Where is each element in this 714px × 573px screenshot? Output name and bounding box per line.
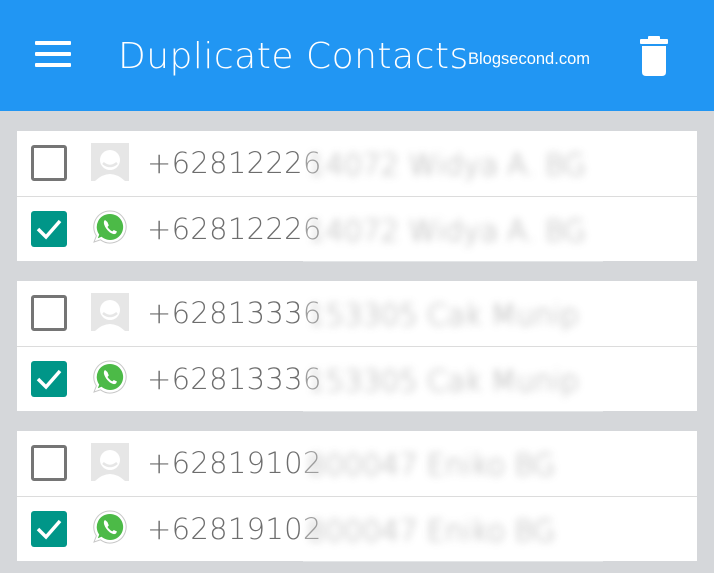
blurred-region	[303, 131, 603, 196]
app-bar: Duplicate Contacts Blogsecond.com	[0, 0, 714, 111]
duplicate-group: +62819102 800047 Eniko BG +62819102 8000…	[17, 431, 697, 562]
blurred-region	[303, 347, 603, 412]
row-checkbox[interactable]	[31, 295, 67, 331]
contact-row: +62813336 153305 Cak Munip	[17, 281, 697, 346]
contact-number: +62813336	[147, 362, 322, 396]
contact-number: +62812226	[147, 146, 322, 180]
contact-row: +62819102 800047 Eniko BG	[17, 496, 697, 562]
blurred-region	[303, 197, 603, 262]
contact-number: +62819102	[147, 446, 322, 480]
contact-row: +62819102 800047 Eniko BG	[17, 431, 697, 496]
hamburger-menu-icon[interactable]	[33, 40, 73, 68]
trash-icon[interactable]	[638, 36, 670, 76]
blurred-region	[303, 497, 603, 562]
contact-number: +62812226	[147, 212, 322, 246]
duplicate-group: +62813336 153305 Cak Munip +62813336 153…	[17, 281, 697, 412]
contact-avatar-icon	[91, 443, 129, 481]
row-checkbox[interactable]	[31, 445, 67, 481]
contact-number: +62819102	[147, 512, 322, 546]
whatsapp-icon	[92, 359, 128, 395]
duplicate-group: +62812226 14072 Widya A. BG +62812226 14…	[17, 131, 697, 262]
row-checkbox[interactable]	[31, 145, 67, 181]
contact-row: +62812226 14072 Widya A. BG	[17, 131, 697, 196]
site-watermark: Blogsecond.com	[468, 50, 590, 68]
contact-row: +62812226 14072 Widya A. BG	[17, 196, 697, 262]
row-checkbox-checked[interactable]	[31, 361, 67, 397]
row-checkbox-checked[interactable]	[31, 211, 67, 247]
contact-row: +62813336 153305 Cak Munip	[17, 346, 697, 412]
blurred-region	[303, 431, 603, 496]
blurred-region	[303, 281, 603, 346]
contact-avatar-icon	[91, 143, 129, 181]
whatsapp-icon	[92, 209, 128, 245]
whatsapp-icon	[92, 509, 128, 545]
contact-number: +62813336	[147, 296, 322, 330]
contact-avatar-icon	[91, 293, 129, 331]
row-checkbox-checked[interactable]	[31, 511, 67, 547]
page-title: Duplicate Contacts	[118, 36, 469, 77]
